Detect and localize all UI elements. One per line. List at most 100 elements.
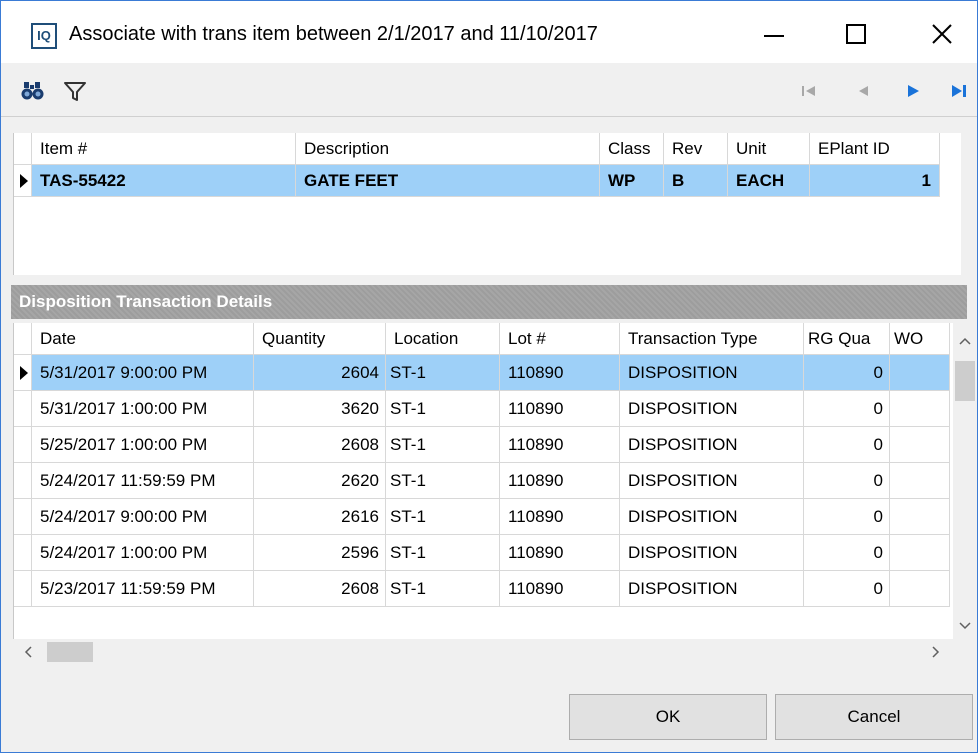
cell-location[interactable]: ST-1 — [386, 571, 500, 607]
details-grid-header: Date Quantity Location Lot # Transaction… — [14, 323, 950, 355]
scroll-thumb-horizontal[interactable] — [47, 642, 93, 662]
cell-lot[interactable]: 110890 — [500, 463, 620, 499]
cell-date[interactable]: 5/23/2017 11:59:59 PM — [32, 571, 254, 607]
col-header-class[interactable]: Class — [600, 133, 664, 165]
col-header-transaction-type[interactable]: Transaction Type — [620, 323, 804, 355]
cell-transaction-type[interactable]: DISPOSITION — [620, 427, 804, 463]
title-bar[interactable]: IQ Associate with trans item between 2/1… — [1, 1, 977, 63]
maximize-icon — [846, 24, 866, 44]
cell-lot[interactable]: 110890 — [500, 355, 620, 391]
col-header-lot[interactable]: Lot # — [500, 323, 620, 355]
col-header-description[interactable]: Description — [296, 133, 600, 165]
table-row[interactable]: 5/24/2017 9:00:00 PM 2616 ST-1 110890 DISPOS… — [14, 499, 950, 535]
cell-wo[interactable] — [890, 499, 950, 535]
horizontal-scrollbar[interactable] — [13, 639, 953, 665]
col-header-location[interactable]: Location — [386, 323, 500, 355]
table-row[interactable]: 5/31/2017 9:00:00 PM 2604 ST-1 110890 DISPOS… — [14, 355, 950, 391]
scroll-down-button[interactable] — [953, 613, 977, 639]
cell-date[interactable]: 5/24/2017 1:00:00 PM — [32, 535, 254, 571]
cell-wo[interactable] — [890, 463, 950, 499]
cell-wo[interactable] — [890, 355, 950, 391]
scroll-left-button[interactable] — [13, 639, 43, 665]
cell-quantity[interactable]: 2620 — [254, 463, 386, 499]
table-row[interactable]: 5/23/2017 11:59:59 PM 2608 ST-1 110890 DISPO… — [14, 571, 950, 607]
table-row[interactable]: 5/25/2017 1:00:00 PM 2608 ST-1 110890 DISPOS… — [14, 427, 950, 463]
col-header-quantity[interactable]: Quantity — [254, 323, 386, 355]
cell-class[interactable]: WP — [600, 165, 664, 197]
minimize-button[interactable] — [739, 11, 809, 57]
cell-location[interactable]: ST-1 — [386, 427, 500, 463]
cell-transaction-type[interactable]: DISPOSITION — [620, 571, 804, 607]
cell-transaction-type[interactable]: DISPOSITION — [620, 355, 804, 391]
cell-rev[interactable]: B — [664, 165, 728, 197]
cell-lot[interactable]: 110890 — [500, 427, 620, 463]
cell-rg-qty[interactable]: 0 — [804, 355, 890, 391]
cell-date[interactable]: 5/31/2017 1:00:00 PM — [32, 391, 254, 427]
table-row[interactable]: 5/31/2017 1:00:00 PM 3620 ST-1 110890 DISPOS… — [14, 391, 950, 427]
row-indicator — [14, 427, 32, 463]
cell-quantity[interactable]: 2616 — [254, 499, 386, 535]
col-header-rev[interactable]: Rev — [664, 133, 728, 165]
cell-rg-qty[interactable]: 0 — [804, 499, 890, 535]
cell-location[interactable]: ST-1 — [386, 355, 500, 391]
cell-wo[interactable] — [890, 391, 950, 427]
cell-transaction-type[interactable]: DISPOSITION — [620, 499, 804, 535]
filter-icon[interactable] — [61, 77, 89, 105]
cell-wo[interactable] — [890, 427, 950, 463]
col-header-rg-qty[interactable]: RG Qua — [804, 323, 890, 355]
col-header-item[interactable]: Item # — [32, 133, 296, 165]
cell-wo[interactable] — [890, 571, 950, 607]
cell-rg-qty[interactable]: 0 — [804, 427, 890, 463]
cell-lot[interactable]: 110890 — [500, 391, 620, 427]
binoculars-icon[interactable] — [19, 77, 47, 105]
next-record-icon[interactable] — [899, 77, 927, 105]
prev-record-icon[interactable] — [849, 77, 877, 105]
col-header-unit[interactable]: Unit — [728, 133, 810, 165]
cell-rg-qty[interactable]: 0 — [804, 535, 890, 571]
cell-lot[interactable]: 110890 — [500, 499, 620, 535]
cell-quantity[interactable]: 2608 — [254, 427, 386, 463]
col-header-wo[interactable]: WO — [890, 323, 950, 355]
table-row[interactable]: 5/24/2017 11:59:59 PM 2620 ST-1 110890 DISPO… — [14, 463, 950, 499]
cell-rg-qty[interactable]: 0 — [804, 571, 890, 607]
cell-item[interactable]: TAS-55422 — [32, 165, 296, 197]
cell-lot[interactable]: 110890 — [500, 571, 620, 607]
last-record-icon[interactable] — [945, 77, 973, 105]
scroll-thumb[interactable] — [955, 361, 975, 401]
cell-description[interactable]: GATE FEET — [296, 165, 600, 197]
cell-rg-qty[interactable]: 0 — [804, 391, 890, 427]
cell-date[interactable]: 5/24/2017 9:00:00 PM — [32, 499, 254, 535]
col-header-date[interactable]: Date — [32, 323, 254, 355]
cell-quantity[interactable]: 3620 — [254, 391, 386, 427]
vertical-scrollbar[interactable] — [953, 323, 977, 639]
first-record-icon[interactable] — [795, 77, 823, 105]
col-header-eplant-id[interactable]: EPlant ID — [810, 133, 940, 165]
table-row[interactable]: TAS-55422 GATE FEET WP B EACH 1 — [14, 165, 940, 197]
cell-transaction-type[interactable]: DISPOSITION — [620, 535, 804, 571]
maximize-button[interactable] — [821, 11, 891, 57]
cell-location[interactable]: ST-1 — [386, 391, 500, 427]
cell-transaction-type[interactable]: DISPOSITION — [620, 391, 804, 427]
cell-quantity[interactable]: 2608 — [254, 571, 386, 607]
cell-eplant-id[interactable]: 1 — [810, 165, 940, 197]
cell-wo[interactable] — [890, 535, 950, 571]
cell-quantity[interactable]: 2596 — [254, 535, 386, 571]
cell-date[interactable]: 5/25/2017 1:00:00 PM — [32, 427, 254, 463]
cell-transaction-type[interactable]: DISPOSITION — [620, 463, 804, 499]
chevron-up-icon — [959, 337, 971, 345]
cell-date[interactable]: 5/24/2017 11:59:59 PM — [32, 463, 254, 499]
cell-date[interactable]: 5/31/2017 9:00:00 PM — [32, 355, 254, 391]
cell-quantity[interactable]: 2604 — [254, 355, 386, 391]
cancel-button[interactable]: Cancel — [775, 694, 973, 740]
cell-unit[interactable]: EACH — [728, 165, 810, 197]
cell-location[interactable]: ST-1 — [386, 499, 500, 535]
close-button[interactable] — [907, 11, 977, 57]
scroll-up-button[interactable] — [953, 323, 977, 359]
cell-location[interactable]: ST-1 — [386, 535, 500, 571]
ok-button[interactable]: OK — [569, 694, 767, 740]
scroll-right-button[interactable] — [921, 639, 951, 665]
table-row[interactable]: 5/24/2017 1:00:00 PM 2596 ST-1 110890 DISPOS… — [14, 535, 950, 571]
cell-location[interactable]: ST-1 — [386, 463, 500, 499]
cell-rg-qty[interactable]: 0 — [804, 463, 890, 499]
cell-lot[interactable]: 110890 — [500, 535, 620, 571]
